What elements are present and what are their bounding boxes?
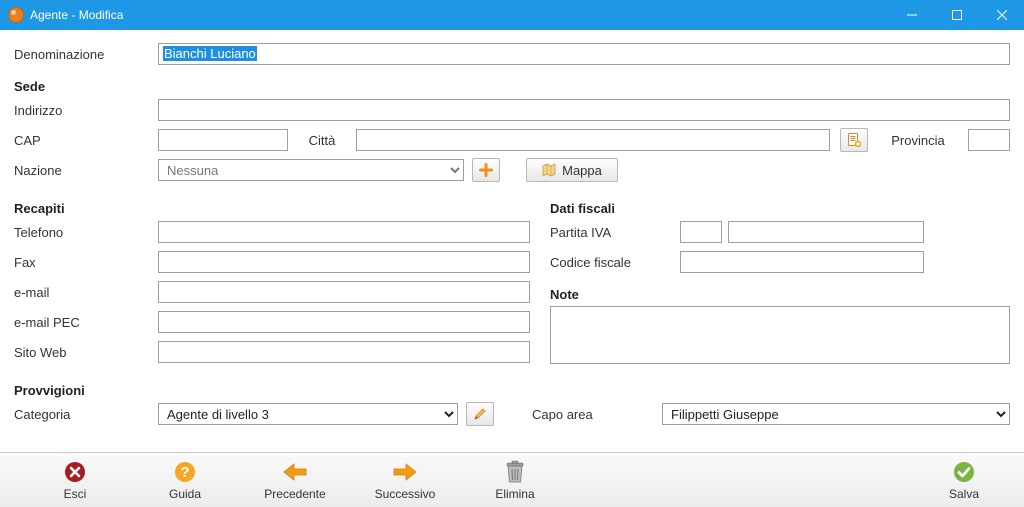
elimina-label: Elimina: [495, 487, 534, 501]
categoria-edit-button[interactable]: [466, 402, 494, 426]
emailpec-input[interactable]: [158, 311, 530, 333]
window-title: Agente - Modifica: [30, 8, 123, 22]
minimize-button[interactable]: [889, 0, 934, 30]
label-sitoweb: Sito Web: [14, 345, 158, 360]
close-circle-icon: [62, 459, 88, 485]
titlebar: Agente - Modifica: [0, 0, 1024, 30]
app-icon: [8, 7, 24, 23]
indirizzo-input[interactable]: [158, 99, 1010, 121]
email-input[interactable]: [158, 281, 530, 303]
two-col: Recapiti Telefono Fax e-mail e-mail PEC …: [14, 188, 1010, 370]
label-email: e-mail: [14, 285, 158, 300]
label-piva: Partita IVA: [550, 225, 680, 240]
nazione-select[interactable]: Nessuna: [158, 159, 464, 181]
cf-input[interactable]: [680, 251, 924, 273]
label-categoria: Categoria: [14, 407, 158, 422]
piva-prefix-input[interactable]: [680, 221, 722, 243]
label-cf: Codice fiscale: [550, 255, 680, 270]
salva-button[interactable]: Salva: [924, 455, 1004, 505]
heading-sede: Sede: [14, 73, 158, 96]
denominazione-wrapper: Bianchi Luciano: [158, 43, 1010, 65]
mappa-button[interactable]: Mappa: [526, 158, 618, 182]
categoria-select[interactable]: Agente di livello 3: [158, 403, 458, 425]
cap-input[interactable]: [158, 129, 288, 151]
trash-icon: [502, 459, 528, 485]
esci-button[interactable]: Esci: [20, 455, 130, 505]
precedente-button[interactable]: Precedente: [240, 455, 350, 505]
map-icon: [542, 163, 556, 177]
arrow-right-icon: [392, 459, 418, 485]
label-fax: Fax: [14, 255, 158, 270]
pencil-icon: [473, 407, 487, 421]
mappa-label: Mappa: [562, 163, 602, 178]
piva-input[interactable]: [728, 221, 924, 243]
help-circle-icon: ?: [172, 459, 198, 485]
sitoweb-input[interactable]: [158, 341, 530, 363]
heading-note: Note: [550, 281, 579, 304]
precedente-label: Precedente: [264, 487, 325, 501]
col-left: Recapiti Telefono Fax e-mail e-mail PEC …: [14, 188, 530, 370]
label-capoarea: Capo area: [532, 407, 662, 422]
note-textarea[interactable]: [550, 306, 1010, 364]
heading-provvigioni: Provvigioni: [14, 377, 158, 400]
plus-icon: [479, 163, 493, 177]
guida-label: Guida: [169, 487, 201, 501]
col-right: Dati fiscali Partita IVA Codice fiscale …: [530, 188, 1010, 370]
successivo-button[interactable]: Successivo: [350, 455, 460, 505]
citta-input[interactable]: [356, 129, 830, 151]
label-nazione: Nazione: [14, 163, 158, 178]
label-citta: Città: [288, 133, 356, 148]
form-area: Denominazione Bianchi Luciano Sede Indir…: [0, 30, 1024, 452]
svg-text:?: ?: [180, 464, 189, 481]
label-denominazione: Denominazione: [14, 47, 158, 62]
nazione-add-button[interactable]: [472, 158, 500, 182]
label-emailpec: e-mail PEC: [14, 315, 158, 330]
heading-recapiti: Recapiti: [14, 195, 158, 218]
capoarea-select[interactable]: Filippetti Giuseppe: [662, 403, 1010, 425]
elimina-button[interactable]: Elimina: [460, 455, 570, 505]
arrow-left-icon: [282, 459, 308, 485]
salva-label: Salva: [949, 487, 979, 501]
telefono-input[interactable]: [158, 221, 530, 243]
guida-button[interactable]: ? Guida: [130, 455, 240, 505]
fax-input[interactable]: [158, 251, 530, 273]
label-provincia: Provincia: [868, 133, 968, 148]
document-plus-icon: [846, 132, 862, 148]
denominazione-input[interactable]: [158, 43, 1010, 65]
esci-label: Esci: [64, 487, 87, 501]
label-indirizzo: Indirizzo: [14, 103, 158, 118]
toolbar: Esci ? Guida Precedente Successivo Elimi…: [0, 452, 1024, 507]
label-telefono: Telefono: [14, 225, 158, 240]
maximize-button[interactable]: [934, 0, 979, 30]
heading-datifiscali: Dati fiscali: [550, 195, 615, 218]
check-circle-icon: [951, 459, 977, 485]
label-cap: CAP: [14, 133, 158, 148]
citta-lookup-button[interactable]: [840, 128, 868, 152]
close-button[interactable]: [979, 0, 1024, 30]
successivo-label: Successivo: [375, 487, 436, 501]
provincia-input[interactable]: [968, 129, 1010, 151]
